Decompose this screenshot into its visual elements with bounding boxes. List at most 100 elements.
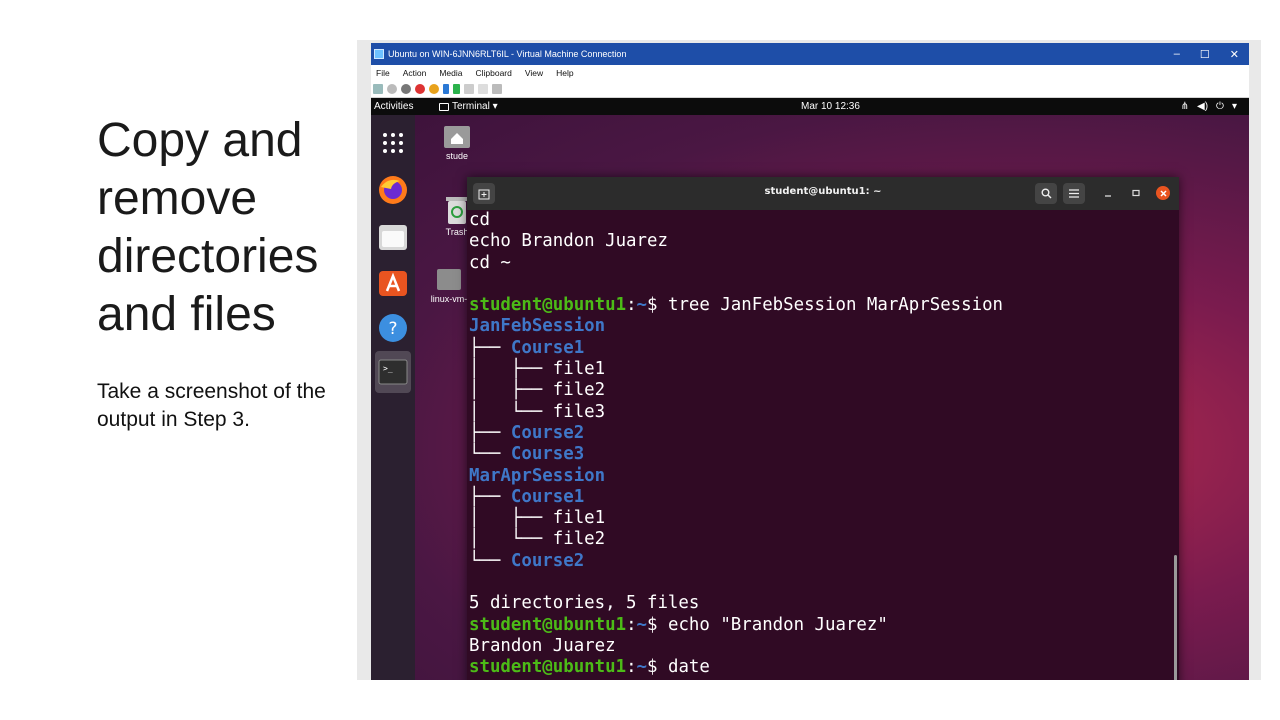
terminal-minimize-button[interactable] — [1101, 186, 1115, 200]
close-button[interactable]: ✕ — [1230, 48, 1239, 61]
revert-icon[interactable] — [478, 84, 488, 94]
terminal-text-segment: echo Brandon Juarez — [469, 231, 668, 252]
minimize-icon — [1105, 195, 1111, 197]
terminal-text-segment: student@ubuntu1 — [469, 614, 627, 635]
terminal-text-segment: ├── — [469, 422, 511, 443]
terminal-text-segment: cd — [469, 210, 490, 230]
terminal-text-segment: 5 directories, 5 files — [469, 593, 700, 614]
terminal-text-segment: JanFebSession — [469, 316, 606, 337]
network-icon: ⋔ — [1180, 101, 1190, 112]
terminal-text-segment: ├── — [469, 486, 511, 507]
search-button[interactable] — [1035, 183, 1057, 204]
terminal-line: │ └── file2 — [469, 529, 1171, 550]
menu-help[interactable]: Help — [556, 68, 573, 78]
terminal-line: student@ubuntu1:~$ tree JanFebSession Ma… — [469, 295, 1171, 316]
terminal-dock-icon[interactable]: >_ — [375, 351, 411, 393]
terminal-maximize-button[interactable] — [1129, 186, 1143, 200]
terminal-line: │ └── file3 — [469, 402, 1171, 423]
menu-clipboard[interactable]: Clipboard — [475, 68, 511, 78]
terminal-line: └── Course2 — [469, 551, 1171, 572]
terminal-text-segment: Course1 — [510, 337, 585, 358]
vm-screenshot: Ubuntu on WIN-6JNN6RLT6IL - Virtual Mach… — [357, 40, 1261, 680]
terminal-text-segment: ~ — [636, 295, 648, 316]
folder-icon — [437, 269, 461, 290]
terminal-text-segment: $ tree JanFebSession MarAprSession — [647, 295, 1004, 316]
terminal-line: student@ubuntu1:~$ echo "Brandon Juarez" — [469, 615, 1171, 636]
menu-media[interactable]: Media — [439, 68, 462, 78]
chevron-down-icon: ▾ — [1231, 101, 1237, 112]
terminal-text-segment: Course2 — [510, 550, 585, 571]
save-icon[interactable] — [429, 84, 439, 94]
terminal-line: │ ├── file1 — [469, 359, 1171, 380]
turn-off-icon[interactable] — [401, 84, 411, 94]
system-tray[interactable]: ⋔ ◀) ⏻ ▾ — [1181, 101, 1237, 112]
start-icon[interactable] — [387, 84, 397, 94]
terminal-text-segment: └── — [469, 550, 511, 571]
maximize-icon — [1132, 189, 1140, 197]
clock[interactable]: Mar 10 12:36 — [801, 101, 860, 112]
minimize-button[interactable]: – — [1174, 48, 1180, 60]
menu-button[interactable] — [1063, 183, 1085, 204]
terminal-output[interactable]: cd echo Brandon Juarez cd ~ student@ubuntu1… — [467, 210, 1171, 680]
enhanced-session-icon[interactable] — [492, 84, 502, 94]
shutdown-icon[interactable] — [415, 84, 425, 94]
show-apps-icon[interactable] — [375, 125, 411, 161]
terminal-app-icon — [439, 102, 449, 111]
terminal-close-button[interactable] — [1156, 186, 1170, 200]
close-icon — [1159, 189, 1167, 197]
menu-action[interactable]: Action — [403, 68, 427, 78]
firefox-icon[interactable] — [375, 172, 411, 208]
ctrl-alt-del-icon[interactable] — [373, 84, 383, 94]
slide-title-line: and files — [97, 288, 276, 341]
terminal-line: 5 directories, 5 files — [469, 593, 1171, 614]
terminal-text-segment: $ date — [647, 657, 710, 678]
maximize-button[interactable]: ☐ — [1200, 48, 1210, 61]
checkpoint-icon[interactable] — [464, 84, 474, 94]
activities-button[interactable]: Activities — [374, 101, 413, 112]
svg-text:>_: >_ — [383, 364, 393, 373]
terminal-line: cd ~ — [469, 253, 1171, 274]
gnome-top-bar: Activities Terminal ▾ Mar 10 12:36 ⋔ ◀) … — [371, 98, 1249, 115]
pause-icon[interactable] — [443, 84, 449, 94]
terminal-text-segment: ~ — [636, 657, 648, 678]
terminal-text-segment: Course3 — [510, 444, 585, 465]
files-icon[interactable] — [375, 219, 411, 255]
svg-text:?: ? — [388, 319, 397, 339]
terminal-text-segment: $ echo "Brandon Juarez" — [647, 614, 888, 635]
home-folder-desktop-icon[interactable]: stude — [441, 123, 473, 161]
search-icon — [1041, 188, 1051, 199]
home-folder-icon — [444, 126, 470, 148]
power-icon: ⏻ — [1216, 101, 1224, 112]
terminal-line: Sun 10 Mar 2024 12:36:03 PM EDT — [469, 679, 1171, 680]
terminal-text-segment: Brandon Juarez — [469, 635, 616, 656]
terminal-text-segment: Sun 10 Mar 2024 12:36:03 PM EDT — [469, 679, 794, 680]
terminal-headerbar: student@ubuntu1: ~ — [467, 177, 1179, 210]
terminal-text-segment: Course2 — [510, 422, 585, 443]
window-controls: – ☐ ✕ — [1174, 43, 1243, 65]
terminal-text-segment: │ └── file2 — [469, 529, 606, 550]
trash-icon — [446, 197, 468, 224]
software-center-icon[interactable] — [375, 264, 411, 300]
resume-icon[interactable] — [453, 84, 460, 94]
terminal-text-segment: : — [626, 614, 637, 635]
desktop-icon-label: stude — [445, 151, 469, 161]
terminal-window[interactable]: student@ubuntu1: ~ cd echo Brandon Juare… — [467, 177, 1179, 680]
menu-file[interactable]: File — [376, 68, 390, 78]
terminal-line: MarAprSession — [469, 466, 1171, 487]
terminal-text-segment: ~ — [636, 614, 648, 635]
menu-view[interactable]: View — [525, 68, 543, 78]
app-menu-label: Terminal ▾ — [452, 101, 498, 112]
dock: ? >_ — [371, 115, 415, 680]
terminal-scrollbar[interactable] — [1174, 555, 1177, 680]
terminal-line: └── Course3 — [469, 444, 1171, 465]
vm-connection-window: Ubuntu on WIN-6JNN6RLT6IL - Virtual Mach… — [371, 43, 1249, 680]
help-icon[interactable]: ? — [375, 310, 411, 346]
hamburger-icon — [1069, 189, 1079, 198]
terminal-line: JanFebSession — [469, 316, 1171, 337]
terminal-line: │ ├── file2 — [469, 380, 1171, 401]
terminal-text-segment: : — [626, 295, 637, 316]
terminal-line: echo Brandon Juarez — [469, 231, 1171, 252]
app-menu[interactable]: Terminal ▾ — [439, 101, 498, 112]
terminal-text-segment: │ ├── file1 — [469, 359, 606, 380]
vm-app-icon — [374, 49, 384, 59]
